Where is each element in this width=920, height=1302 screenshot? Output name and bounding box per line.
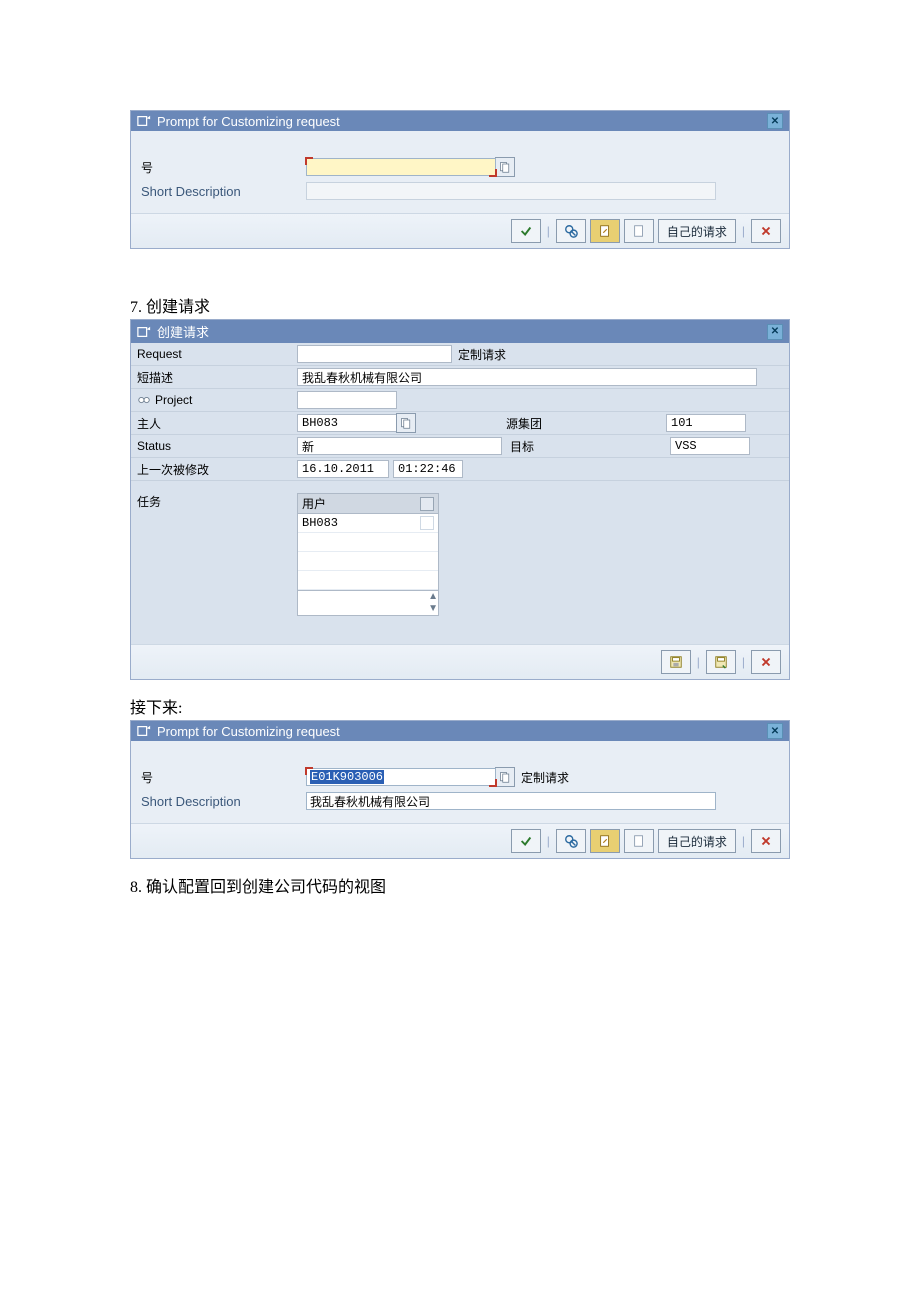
section-7: 7. 创建请求 — [130, 285, 790, 319]
number-input[interactable]: E01K903006 — [306, 768, 496, 786]
label-number: 号 — [141, 769, 306, 786]
label-project: Project — [131, 393, 297, 408]
dialog-titlebar: Prompt for Customizing request ✕ — [131, 721, 789, 741]
label-request: Request — [131, 347, 297, 361]
dialog-footer: | 自己的请求 | — [131, 213, 789, 248]
task-row[interactable]: BH083 — [298, 514, 438, 533]
create-request-dialog: 创建请求 ✕ Request 定制请求 短描述 我乱春秋机械有限公司 Proje… — [130, 319, 790, 680]
confirm-button[interactable] — [511, 219, 541, 243]
dialog-titlebar: 创建请求 ✕ — [131, 320, 789, 343]
label-short-desc: Short Description — [141, 184, 306, 199]
label-source: 源集团 — [506, 415, 566, 432]
dialog-title: 创建请求 — [157, 322, 209, 341]
cancel-button[interactable] — [751, 829, 781, 853]
label-type: 定制请求 — [521, 769, 569, 786]
request-input[interactable] — [297, 345, 452, 363]
tasks-col-user: 用户 — [302, 495, 326, 512]
next-label: 接下来: — [130, 686, 790, 720]
dialog-footer: | | — [131, 644, 789, 679]
dialog-icon — [137, 114, 151, 128]
create-button[interactable] — [590, 219, 620, 243]
number-input[interactable] — [306, 158, 496, 176]
f4-owner-button[interactable] — [396, 413, 416, 433]
prompt-dialog-2: Prompt for Customizing request ✕ 号 E01K9… — [130, 720, 790, 859]
tasks-col-marker — [420, 497, 434, 511]
scroll-down-icon[interactable]: ▼ — [296, 603, 440, 615]
confirm-button[interactable] — [511, 829, 541, 853]
lastchanged-time: 01:22:46 — [393, 460, 463, 478]
display-button[interactable] — [556, 829, 586, 853]
request-type: 定制请求 — [458, 346, 506, 363]
cancel-button[interactable] — [751, 650, 781, 674]
task-row[interactable] — [298, 571, 438, 590]
source-input[interactable]: 101 — [666, 414, 746, 432]
prompt-dialog-1: Prompt for Customizing request ✕ 号 Short… — [130, 110, 790, 249]
dialog-footer: | 自己的请求 | — [131, 823, 789, 858]
label-status: Status — [131, 439, 297, 453]
dialog-title: Prompt for Customizing request — [157, 724, 340, 739]
short-desc-input[interactable]: 我乱春秋机械有限公司 — [306, 792, 716, 810]
new-button[interactable] — [624, 829, 654, 853]
scroll-up-icon[interactable]: ▲ — [296, 591, 440, 603]
project-input[interactable] — [297, 391, 397, 409]
tasks-table: 用户 BH083 ▲ ▼ — [297, 493, 439, 616]
own-requests-button[interactable]: 自己的请求 — [658, 219, 736, 243]
dialog-icon — [137, 724, 151, 738]
own-requests-button[interactable]: 自己的请求 — [658, 829, 736, 853]
dialog-title: Prompt for Customizing request — [157, 114, 340, 129]
short-desc-input[interactable] — [306, 182, 716, 200]
label-target: 目标 — [510, 438, 570, 455]
close-icon[interactable]: ✕ — [767, 324, 783, 340]
close-icon[interactable]: ✕ — [767, 113, 783, 129]
shortdesc-input[interactable]: 我乱春秋机械有限公司 — [297, 368, 757, 386]
task-row[interactable] — [298, 533, 438, 552]
task-row[interactable] — [298, 552, 438, 571]
f4-help-button[interactable] — [495, 157, 515, 177]
cancel-button[interactable] — [751, 219, 781, 243]
f4-help-button[interactable] — [495, 767, 515, 787]
label-owner: 主人 — [131, 415, 297, 432]
dialog-icon — [137, 325, 151, 339]
owner-input[interactable]: BH083 — [297, 414, 397, 432]
dialog-titlebar: Prompt for Customizing request ✕ — [131, 111, 789, 131]
target-input[interactable]: VSS — [670, 437, 750, 455]
label-short-desc: Short Description — [141, 794, 306, 809]
display-button[interactable] — [556, 219, 586, 243]
label-number: 号 — [141, 159, 306, 176]
checkbox-icon[interactable] — [420, 516, 434, 530]
label-lastchanged: 上一次被修改 — [131, 461, 297, 478]
save-as-button[interactable] — [706, 650, 736, 674]
section-8: 8. 确认配置回到创建公司代码的视图 — [130, 865, 790, 899]
status-input: 新 — [297, 437, 502, 455]
new-button[interactable] — [624, 219, 654, 243]
label-shortdesc: 短描述 — [131, 369, 297, 386]
lastchanged-date: 16.10.2011 — [297, 460, 389, 478]
create-button[interactable] — [590, 829, 620, 853]
close-icon[interactable]: ✕ — [767, 723, 783, 739]
save-button[interactable] — [661, 650, 691, 674]
label-tasks: 任务 — [131, 493, 297, 510]
